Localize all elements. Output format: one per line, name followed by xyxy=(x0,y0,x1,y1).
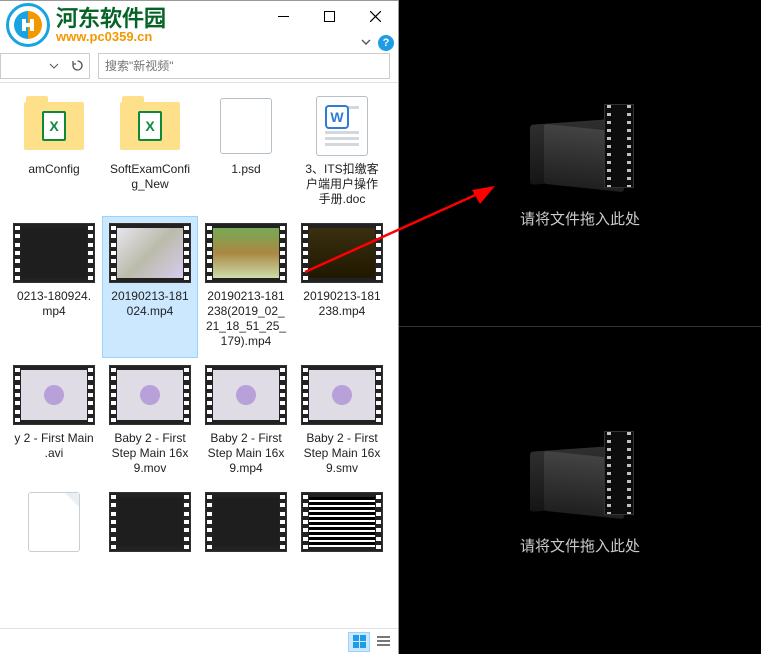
file-label: 20190213-181238(2019_02_21_18_51_25_179)… xyxy=(205,289,287,349)
file-label: 20190213-181238.mp4 xyxy=(301,289,383,319)
file-label: Baby 2 - First Step Main 16x9.mov xyxy=(109,431,191,476)
file-label: 3、ITS扣缴客户端用户操作手册.doc xyxy=(301,162,383,207)
refresh-icon[interactable] xyxy=(66,55,88,77)
address-bar[interactable] xyxy=(0,53,90,79)
file-thumbnail xyxy=(110,363,190,427)
file-item[interactable] xyxy=(102,485,198,567)
site-watermark: 河东软件园 www.pc0359.cn xyxy=(0,3,166,47)
file-thumbnail xyxy=(302,221,382,285)
search-input[interactable] xyxy=(105,59,383,73)
file-item[interactable]: W3、ITS扣缴客户端用户操作手册.doc xyxy=(294,89,390,216)
file-item[interactable]: 20190213-181024.mp4 xyxy=(102,216,198,358)
titlebar: 河东软件园 www.pc0359.cn ? xyxy=(0,1,398,49)
file-thumbnail xyxy=(302,363,382,427)
file-item[interactable]: Baby 2 - First Step Main 16x9.mp4 xyxy=(198,358,294,485)
view-details-button[interactable] xyxy=(372,632,394,652)
file-explorer-window: 河东软件园 www.pc0359.cn ? xyxy=(0,0,399,654)
file-item[interactable]: Baby 2 - First Step Main 16x9.smv xyxy=(294,358,390,485)
file-thumbnail: X xyxy=(110,94,190,158)
file-thumbnail xyxy=(110,221,190,285)
watermark-url: www.pc0359.cn xyxy=(56,30,166,44)
view-large-icons-button[interactable] xyxy=(348,632,370,652)
file-label: 20190213-181024.mp4 xyxy=(109,289,191,319)
watermark-cn: 河东软件园 xyxy=(56,7,166,30)
file-item[interactable]: 20190213-181238.mp4 xyxy=(294,216,390,358)
status-bar xyxy=(0,628,398,654)
minimize-button[interactable] xyxy=(260,1,306,31)
drop-zone-label: 请将文件拖入此处 xyxy=(520,208,640,229)
file-thumbnail xyxy=(302,490,382,554)
file-label: Baby 2 - First Step Main 16x9.smv xyxy=(301,431,383,476)
drop-folder-film-icon xyxy=(520,98,640,198)
file-thumbnail xyxy=(110,490,190,554)
file-label: Baby 2 - First Step Main 16x9.mp4 xyxy=(205,431,287,476)
file-thumbnail: W xyxy=(302,94,382,158)
file-thumbnail xyxy=(206,363,286,427)
file-thumbnail xyxy=(14,363,94,427)
file-item[interactable] xyxy=(294,485,390,567)
search-box[interactable] xyxy=(98,53,390,79)
site-logo-icon xyxy=(6,3,50,47)
file-thumbnail xyxy=(206,221,286,285)
file-item[interactable]: X SoftExamConfig_New xyxy=(102,89,198,216)
file-item[interactable]: y 2 - First Main .avi xyxy=(6,358,102,485)
file-label: 1.psd xyxy=(231,162,260,177)
close-button[interactable] xyxy=(352,1,398,31)
help-button[interactable]: ? xyxy=(378,35,394,51)
drop-folder-film-icon xyxy=(520,425,640,525)
file-item[interactable]: 20190213-181238(2019_02_21_18_51_25_179)… xyxy=(198,216,294,358)
file-item[interactable]: 1.psd xyxy=(198,89,294,216)
file-item[interactable] xyxy=(198,485,294,567)
file-label: SoftExamConfig_New xyxy=(109,162,191,192)
drop-zone-label: 请将文件拖入此处 xyxy=(520,535,640,556)
file-thumbnail xyxy=(14,490,94,554)
file-label: 0213-180924.mp4 xyxy=(13,289,95,319)
file-thumbnail xyxy=(206,94,286,158)
file-item[interactable]: Baby 2 - First Step Main 16x9.mov xyxy=(102,358,198,485)
file-thumbnail: X xyxy=(14,94,94,158)
file-label: y 2 - First Main .avi xyxy=(13,431,95,461)
address-search-row xyxy=(0,49,398,83)
file-thumbnail xyxy=(206,490,286,554)
drop-zone-top[interactable]: 请将文件拖入此处 xyxy=(399,0,761,327)
ribbon-dropdown-icon[interactable] xyxy=(360,36,372,51)
drop-zone-bottom[interactable]: 请将文件拖入此处 xyxy=(399,327,761,654)
file-item[interactable]: 0213-180924.mp4 xyxy=(6,216,102,358)
maximize-button[interactable] xyxy=(306,1,352,31)
files-area[interactable]: XamConfigXSoftExamConfig_New1.psdW3、ITS扣… xyxy=(0,83,398,628)
file-thumbnail xyxy=(14,221,94,285)
file-label: amConfig xyxy=(28,162,79,177)
file-item[interactable]: XamConfig xyxy=(6,89,102,216)
address-dropdown-icon[interactable] xyxy=(43,55,65,77)
file-item[interactable] xyxy=(6,485,102,567)
